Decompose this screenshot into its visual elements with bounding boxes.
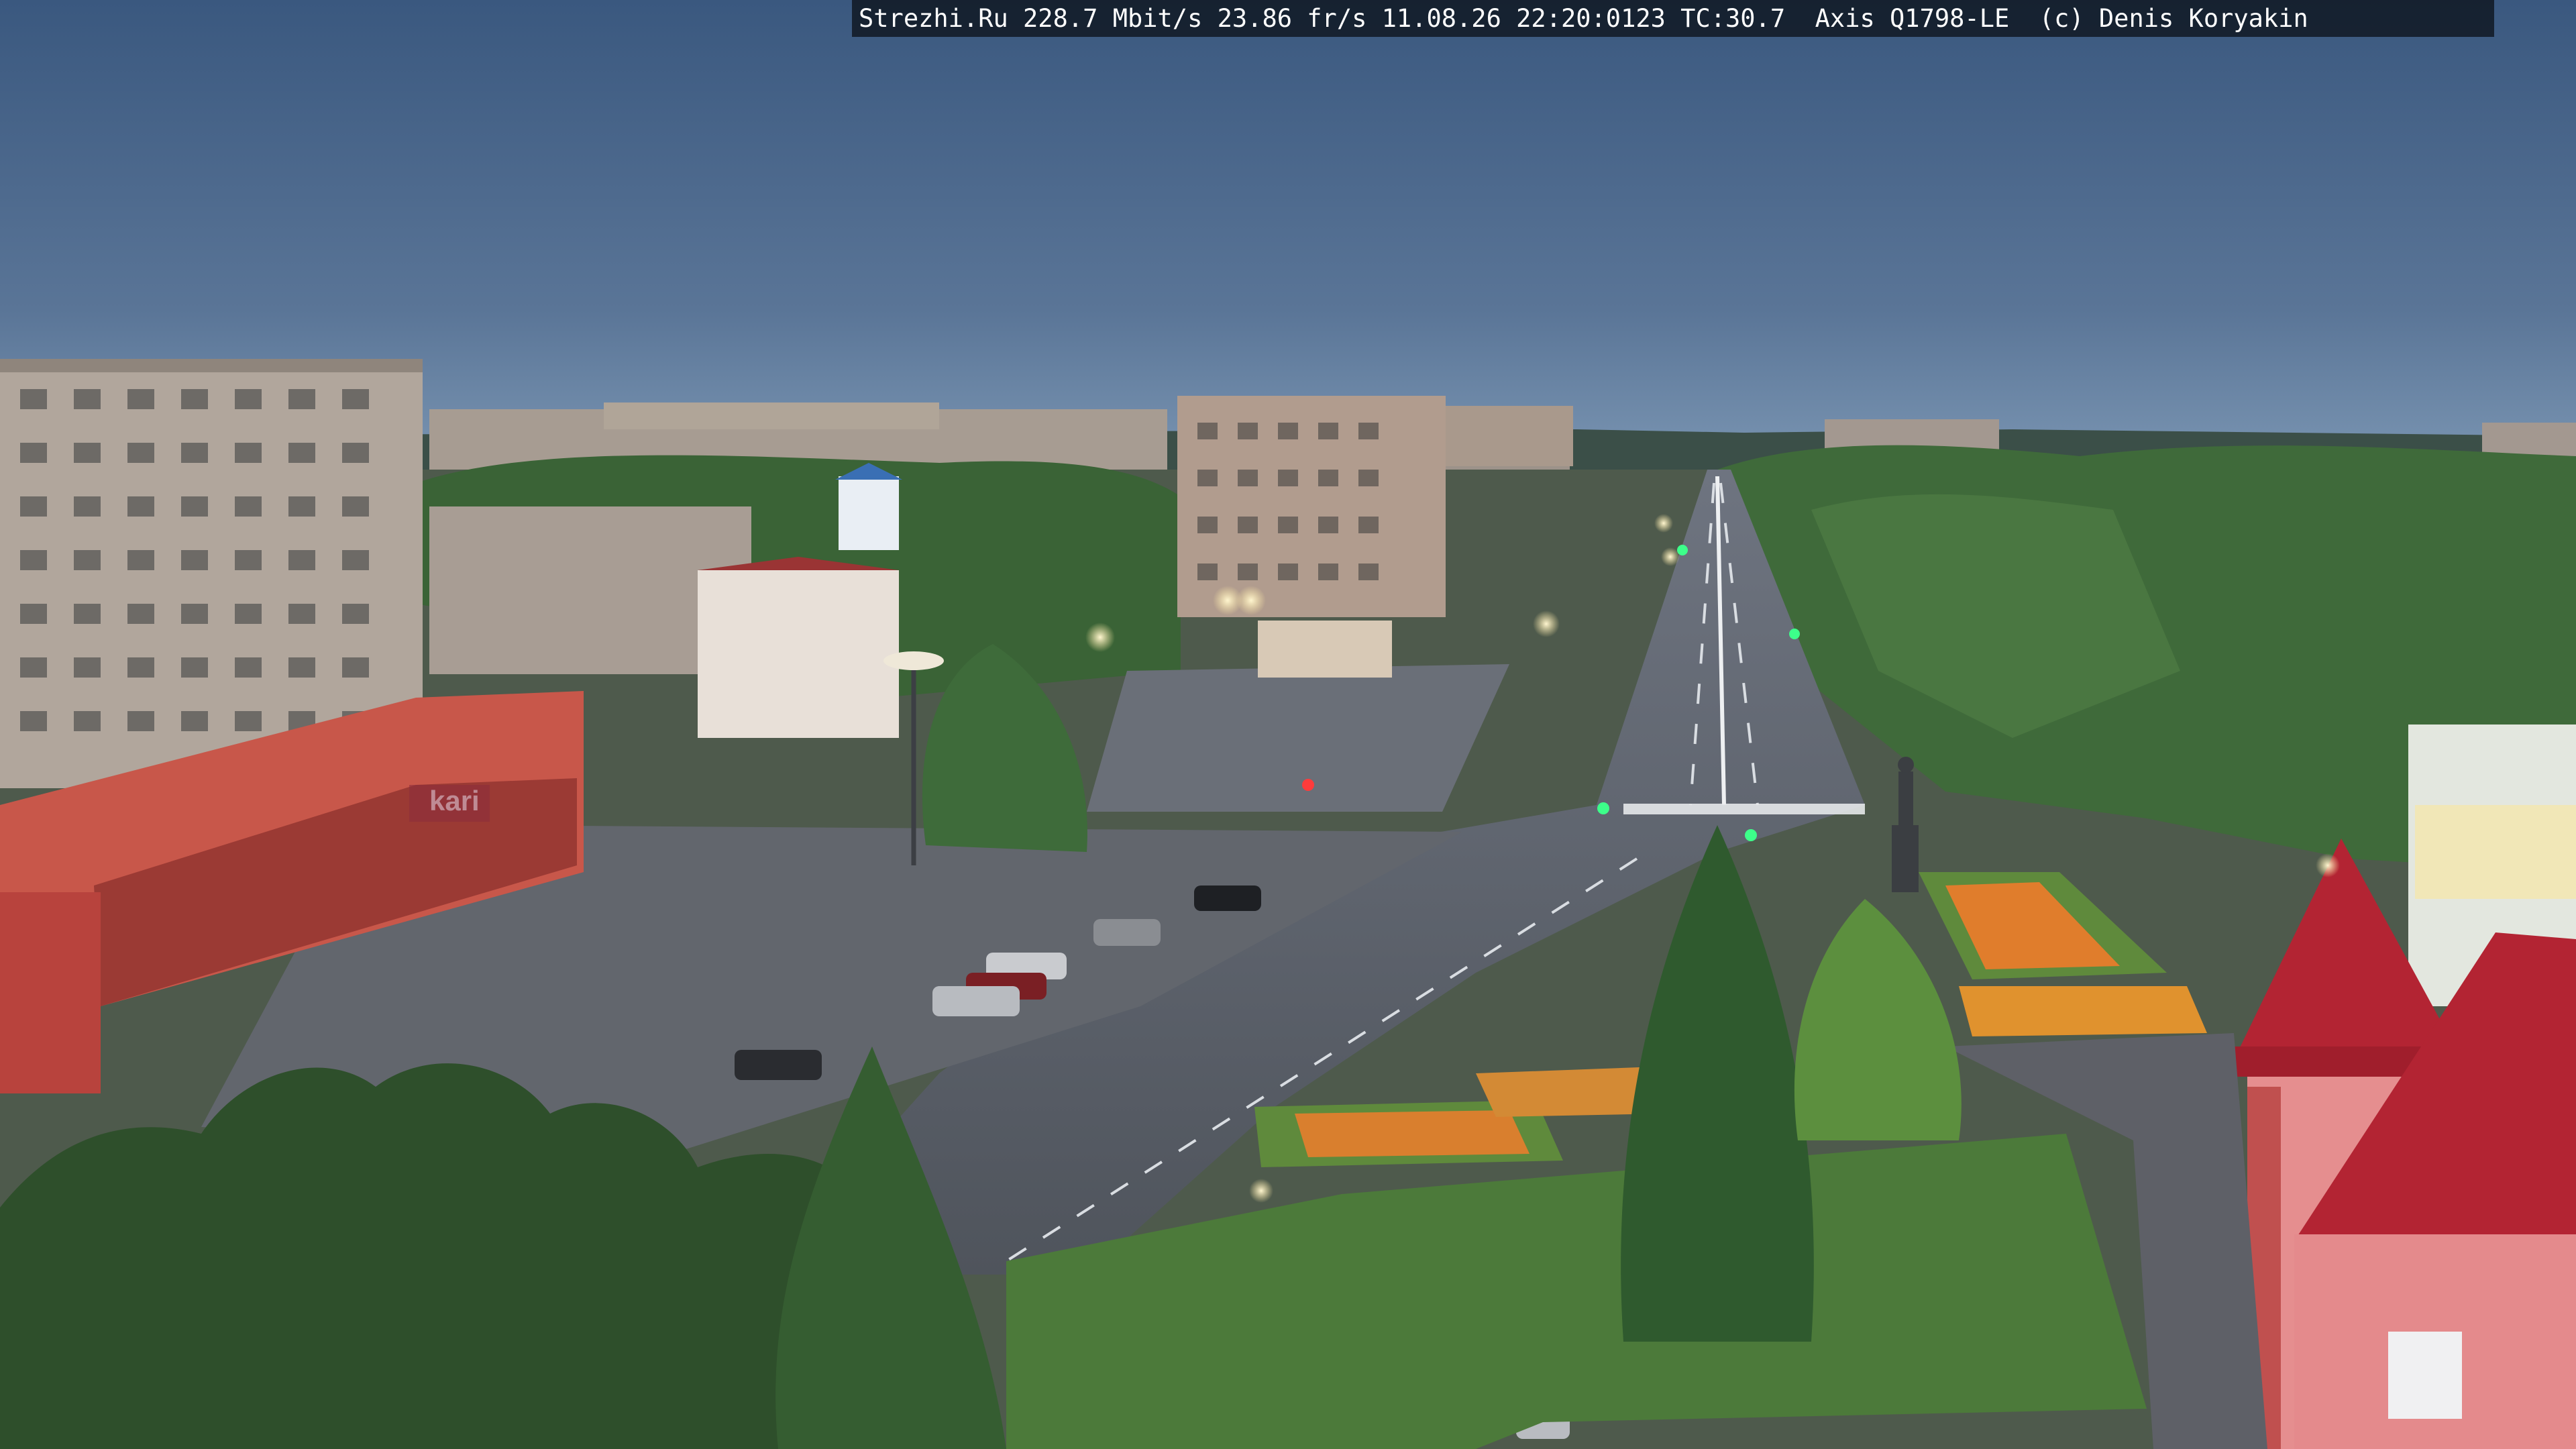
red-signal	[1302, 779, 1314, 791]
camera-info-overlay: Strezhi.Ru 228.7 Mbit/s 23.86 fr/s 11.08…	[852, 0, 2494, 37]
crosswalk	[1623, 804, 1865, 814]
webcam-scene: kari	[0, 0, 2576, 1449]
central-plaza	[1087, 664, 1509, 812]
